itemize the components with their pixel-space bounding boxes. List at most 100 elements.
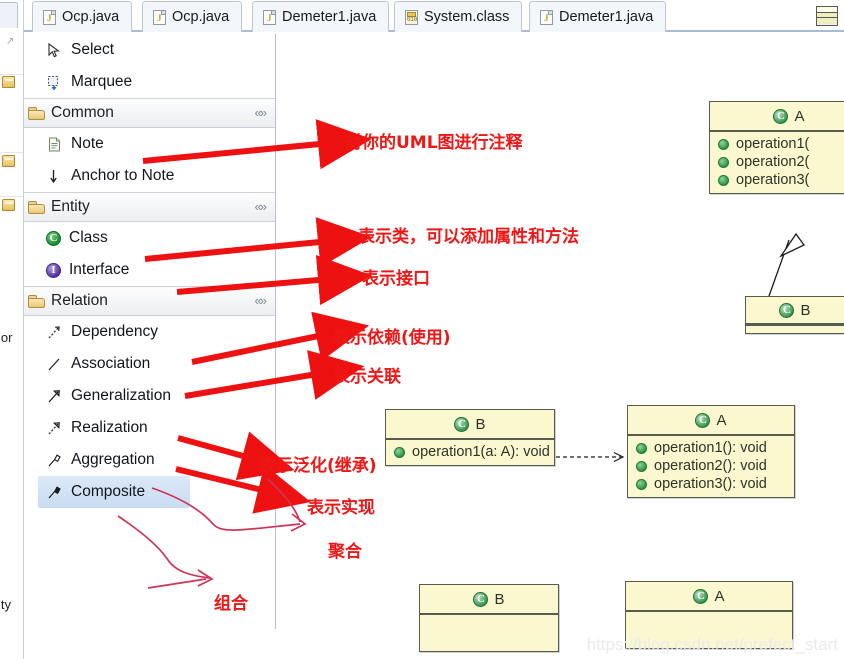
uml-member-label: operation3( — [736, 172, 810, 188]
left-strip-tab[interactable] — [0, 2, 18, 28]
palette-group-relation[interactable]: Relation «» — [24, 286, 275, 316]
uml-class-name: A — [794, 107, 805, 125]
tab-label: System.class — [424, 9, 510, 25]
collapse-chevron-icon[interactable]: «» — [255, 199, 268, 214]
class-green-icon — [779, 302, 795, 318]
public-member-icon — [636, 460, 647, 472]
tab-demeter1-java-1[interactable]: J Demeter1.java — [252, 1, 390, 32]
uml-member-label: operation1(a: A): void — [412, 444, 550, 460]
uml-class-header: B — [746, 297, 844, 325]
class-green-icon — [773, 108, 789, 124]
uml-class-name: B — [475, 415, 486, 433]
java-file-icon: J — [263, 9, 276, 25]
package-icon[interactable] — [2, 155, 15, 167]
palette-group-common[interactable]: Common «» — [24, 98, 275, 128]
palette-item-realization[interactable]: Realization — [24, 412, 275, 444]
palette-group-label: Entity — [51, 198, 90, 215]
palette-item-label: Interface — [69, 261, 130, 278]
collapse-chevron-icon[interactable]: «» — [255, 105, 268, 120]
public-member-icon — [636, 478, 647, 490]
anchor-arrow-icon — [46, 168, 63, 185]
uml-member-row: operation1(): void — [628, 439, 794, 457]
uml-class-header: A — [710, 102, 844, 132]
tab-ocp-java-1[interactable]: J Ocp.java — [32, 1, 133, 32]
uml-class-name: A — [716, 411, 727, 429]
tab-system-class[interactable]: 010 System.class — [394, 1, 523, 32]
palette-item-generalization[interactable]: Generalization — [24, 380, 275, 412]
package-icon[interactable] — [2, 199, 15, 211]
palette-item-aggregation[interactable]: Aggregation — [24, 444, 275, 476]
class-box-icon-footer — [817, 18, 837, 24]
folder-icon — [28, 200, 45, 214]
uml-class-members: operation1( operation2( operation3( — [710, 132, 844, 193]
palette-item-label: Aggregation — [71, 451, 155, 468]
palette-tool-label: Select — [71, 41, 115, 58]
annotation-dependency: 表示依赖(使用) — [333, 328, 451, 348]
java-file-icon: J — [43, 9, 56, 25]
palette-item-dependency[interactable]: Dependency — [24, 316, 275, 348]
collapse-chevron-icon[interactable]: «» — [255, 293, 268, 308]
palette-tool-marquee[interactable]: Marquee — [24, 66, 275, 98]
palette-item-anchor-to-note[interactable]: Anchor to Note — [24, 160, 275, 192]
uml-member-row: operation3( — [710, 171, 844, 189]
uml-palette: Select Marquee Common «» Note Anchor to … — [24, 34, 276, 629]
palette-item-association[interactable]: Association — [24, 348, 275, 380]
dashed-arrow-icon — [46, 324, 63, 341]
uml-class-name: B — [800, 301, 811, 319]
tab-label: Ocp.java — [62, 9, 120, 25]
uml-member-row: operation2(): void — [628, 457, 794, 475]
palette-item-composite[interactable]: Composite — [38, 476, 190, 508]
dashed-hollow-arrow-icon — [46, 420, 63, 437]
divider — [0, 152, 23, 153]
class-green-icon — [454, 416, 470, 432]
solid-arrow-icon — [46, 388, 63, 405]
uml-class-outline-button[interactable] — [816, 6, 838, 26]
hollow-diamond-icon — [46, 452, 63, 469]
palette-tool-select[interactable]: Select — [24, 34, 275, 66]
annotation-class: 表示类，可以添加属性和方法 — [358, 227, 579, 247]
uml-class-header: A — [628, 406, 794, 436]
uml-class-a-mid[interactable]: A operation1(): void operation2(): void … — [627, 405, 795, 498]
palette-item-interface[interactable]: Interface — [24, 254, 275, 286]
java-file-icon: J — [540, 9, 553, 25]
palette-item-label: Realization — [71, 419, 148, 436]
uml-class-members — [420, 615, 558, 651]
uml-member-row: operation1(a: A): void — [386, 443, 554, 461]
uml-class-b-top[interactable]: B — [745, 296, 844, 334]
palette-group-label: Common — [51, 104, 114, 121]
folder-icon — [28, 294, 45, 308]
palette-group-label: Relation — [51, 292, 108, 309]
tab-ocp-java-2[interactable]: J Ocp.java — [142, 1, 243, 32]
uml-class-header: B — [386, 410, 554, 440]
left-cutoff-view-strip: ↗ ior ity — [0, 0, 24, 659]
class-file-icon: 010 — [405, 9, 418, 25]
java-file-icon: J — [153, 9, 166, 25]
tab-label: Demeter1.java — [282, 9, 377, 25]
editor-tabbar: J Ocp.java J Ocp.java J Demeter1.java 01… — [24, 0, 844, 32]
public-member-icon — [718, 174, 729, 186]
tab-label: Demeter1.java — [559, 9, 654, 25]
uml-member-label: operation2(): void — [654, 458, 767, 474]
uml-class-name: A — [714, 587, 725, 605]
public-member-icon — [718, 156, 729, 168]
palette-item-note[interactable]: Note — [24, 128, 275, 160]
divider — [0, 74, 23, 75]
tab-demeter1-java-2[interactable]: J Demeter1.java — [529, 1, 667, 32]
filled-diamond-icon — [46, 484, 63, 501]
public-member-icon — [394, 446, 405, 458]
uml-class-a-top[interactable]: A operation1( operation2( operation3( — [709, 101, 844, 194]
uml-member-row: operation1( — [710, 135, 844, 153]
left-strip-label-behavior: ior — [0, 330, 13, 345]
uml-member-label: operation2( — [736, 154, 810, 170]
palette-group-entity[interactable]: Entity «» — [24, 192, 275, 222]
uml-member-label: operation1( — [736, 136, 810, 152]
uml-member-label: operation1(): void — [654, 440, 767, 456]
palette-item-label: Association — [71, 355, 151, 372]
palette-item-class[interactable]: Class — [24, 222, 275, 254]
class-green-icon — [693, 588, 709, 604]
package-icon[interactable] — [2, 76, 15, 88]
public-member-icon — [718, 138, 729, 150]
uml-class-b-bottom[interactable]: B — [419, 584, 559, 652]
uml-class-b-mid[interactable]: B operation1(a: A): void — [385, 409, 555, 466]
uml-class-header: A — [626, 582, 792, 612]
